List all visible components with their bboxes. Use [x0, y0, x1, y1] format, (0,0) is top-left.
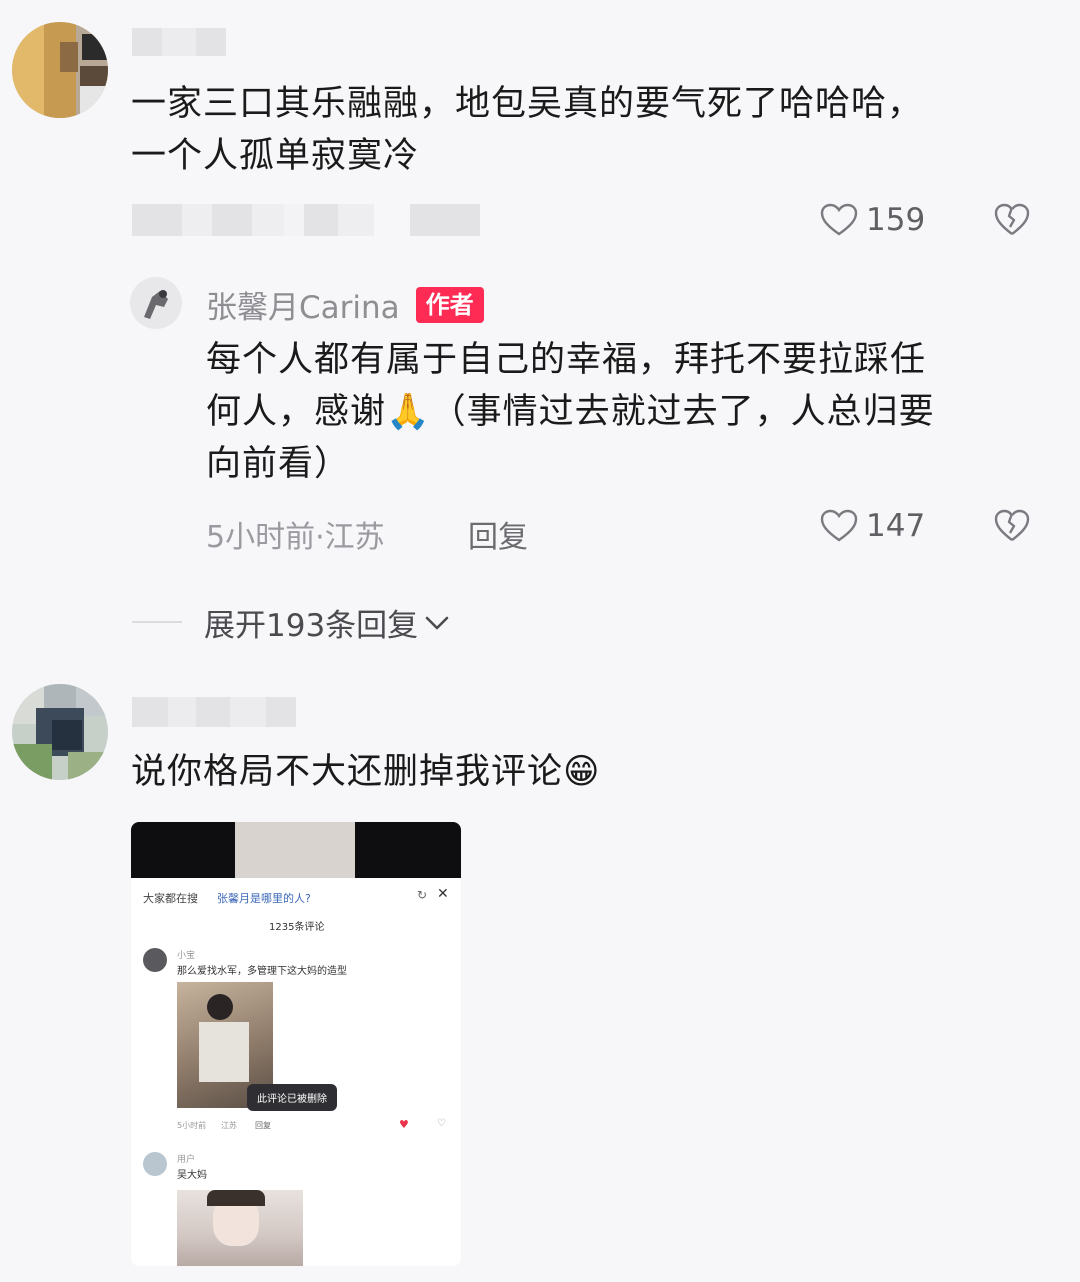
heart-icon — [820, 203, 858, 236]
screenshot-photo-2 — [177, 1190, 303, 1266]
pixelated-avatar-image — [12, 22, 108, 118]
comment-text: 一家三口其乐融融，地包吴真的要气死了哈哈哈， 一个人孤单寂寞冷 — [131, 78, 1051, 182]
like-count: 147 — [866, 508, 926, 544]
screenshot-username-2: 用户 — [177, 1155, 196, 1165]
comment2-text-content: 说你格局不大还删掉我评论 — [131, 752, 564, 792]
screenshot-meta-location: 江苏 — [221, 1121, 237, 1130]
chevron-down-icon — [425, 616, 449, 629]
reply-header: 张馨月Carina 作者 — [206, 282, 484, 327]
like-button[interactable]: 159 — [820, 202, 925, 238]
screenshot-search-link: 张馨月是哪里的人? — [217, 892, 311, 905]
pixelated-avatar-image — [12, 684, 108, 780]
broken-heart-icon — [994, 509, 1030, 541]
screenshot-comment-text-2: 吴大妈 — [177, 1170, 207, 1181]
screenshot-reply: 回复 — [255, 1121, 271, 1130]
author-avatar-image — [130, 277, 182, 329]
grin-emoji: 😁 — [563, 752, 601, 792]
comment-text-line: 一个人孤单寂寞冷 — [131, 136, 420, 176]
author-badge: 作者 — [415, 286, 484, 323]
refresh-icon: ↻ — [417, 888, 428, 902]
author-avatar[interactable] — [130, 277, 182, 329]
commenter2-username-blurred[interactable] — [132, 697, 296, 731]
image-top-strip — [131, 822, 461, 878]
reply-time-location: 5小时前·江苏 — [206, 520, 385, 555]
reply-text-segment: （事情过去就过去了，人总归要 — [430, 392, 935, 432]
screenshot-heart-icon: ♥ — [399, 1118, 409, 1131]
reply-text-line: 每个人都有属于自己的幸福，拜托不要拉踩任 — [206, 340, 927, 380]
reply-text: 每个人都有属于自己的幸福，拜托不要拉踩任 何人，感谢🙏（事情过去就过去了，人总归… — [206, 334, 1056, 490]
screenshot-comment-count: 1235条评论 — [269, 922, 325, 933]
screenshot-avatar-2 — [143, 1152, 167, 1176]
praying-hands-emoji: 🙏 — [386, 392, 431, 432]
deleted-toast: 此评论已被删除 — [247, 1084, 337, 1111]
screenshot-search-label: 大家都在搜 — [143, 892, 198, 905]
screenshot-meta-time: 5小时前 — [177, 1121, 207, 1130]
like-count: 159 — [866, 202, 926, 238]
screenshot-avatar — [143, 948, 167, 972]
screenshot-dislike-icon: ♡ — [437, 1118, 446, 1129]
image-photo-fragment — [235, 822, 355, 878]
heart-icon — [820, 509, 858, 542]
commenter2-avatar[interactable] — [12, 684, 108, 780]
close-icon: ✕ — [437, 886, 449, 902]
screenshot-username: 小宝 — [177, 951, 196, 961]
reply-like-button[interactable]: 147 — [820, 508, 925, 544]
commenter-username-blurred[interactable] — [132, 28, 226, 60]
dislike-button[interactable] — [994, 203, 1030, 241]
broken-heart-icon — [994, 203, 1030, 235]
screenshot-panel: 大家都在搜 张馨月是哪里的人? ↻ ✕ 1235条评论 小宝 那么爱找水军，多管… — [131, 878, 461, 1266]
reply-text-segment: 何人，感谢 — [206, 392, 387, 432]
comment-text-line: 一家三口其乐融融，地包吴真的要气死了哈哈哈， — [131, 84, 924, 124]
expand-replies-label: 展开193条回复 — [204, 608, 419, 644]
reply-text-line: 向前看） — [206, 444, 351, 484]
comment2-text: 说你格局不大还删掉我评论😁 — [131, 746, 831, 798]
comment-meta-blurred — [132, 204, 480, 240]
reply-button[interactable]: 回复 — [468, 512, 528, 556]
comment-image[interactable]: 大家都在搜 张馨月是哪里的人? ↻ ✕ 1235条评论 小宝 那么爱找水军，多管… — [131, 822, 461, 1266]
expand-divider — [132, 621, 182, 623]
screenshot-comment-text: 那么爱找水军，多管理下这大妈的造型 — [177, 966, 347, 977]
expand-replies-button[interactable]: 展开193条回复 — [204, 600, 450, 645]
author-username[interactable]: 张馨月Carina — [206, 282, 400, 327]
reply-dislike-button[interactable] — [994, 509, 1030, 547]
reply-text-line: 何人，感谢🙏（事情过去就过去了，人总归要 — [206, 386, 1056, 438]
commenter-avatar[interactable] — [12, 22, 108, 118]
